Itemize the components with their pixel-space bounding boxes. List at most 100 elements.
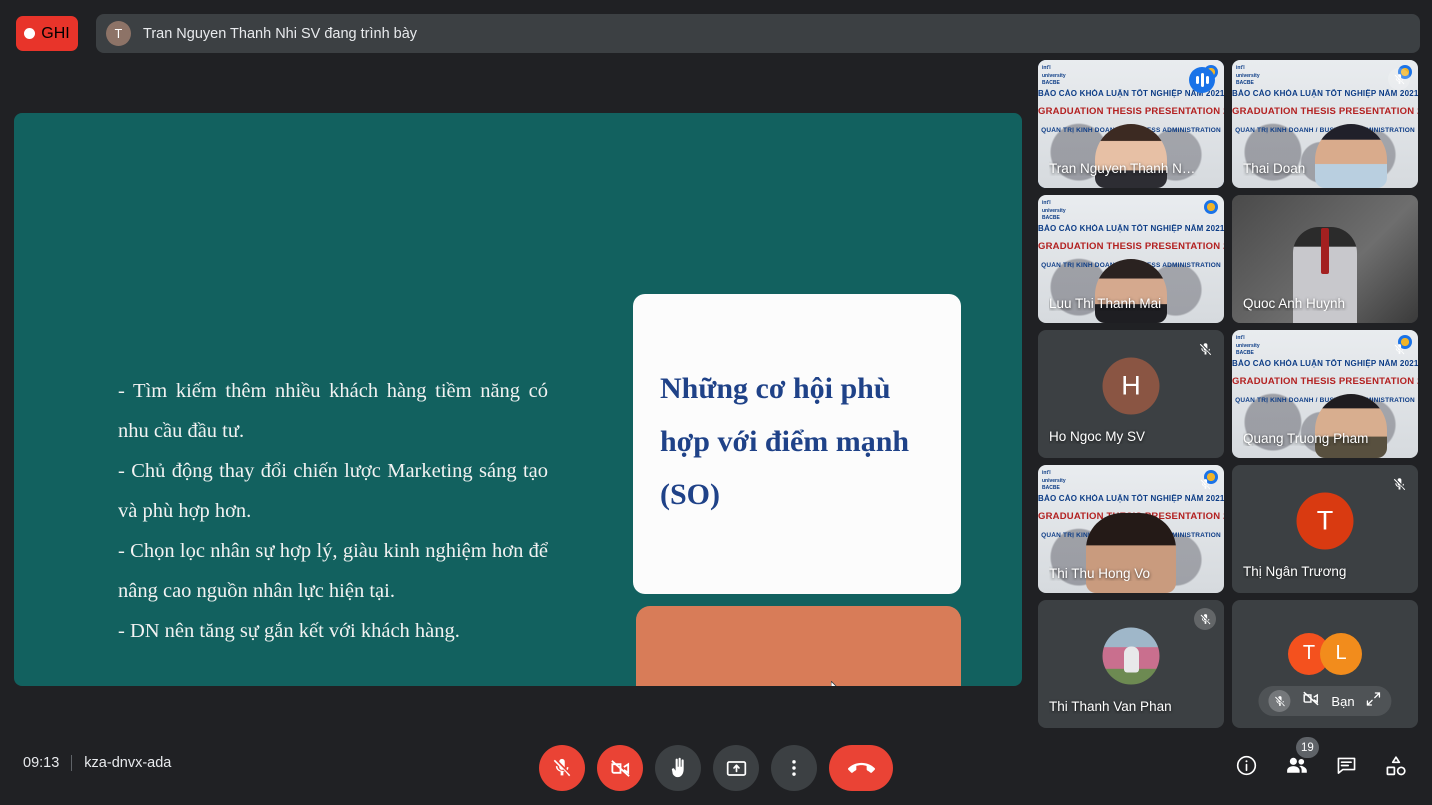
mic-off-icon: [1194, 608, 1216, 630]
participant-name: Thai Doan: [1243, 161, 1306, 176]
backdrop-line-1: BÁO CÁO KHÓA LUẬN TỐT NGHIỆP NĂM 2021: [1232, 89, 1418, 99]
avatar-figure: [1123, 646, 1139, 673]
participant-name: Thi Thanh Van Phan: [1049, 699, 1172, 714]
participant-name: Quang Truong Pham: [1243, 431, 1369, 446]
divider: [71, 755, 73, 771]
participant-name: Ho Ngoc My SV: [1049, 429, 1146, 444]
participant-tile[interactable]: int'l university BACBE BÁO CÁO KHÓA LUẬN T…: [1232, 60, 1418, 188]
mic-off-icon: [1388, 338, 1410, 360]
thesis-logo-left-icon: int'l university BACBE: [1236, 335, 1260, 356]
participant-figure: [1095, 259, 1167, 323]
slide-bullet: - Tìm kiếm thêm nhiều khách hàng tiềm nă…: [118, 380, 548, 442]
recording-dot-icon: [24, 28, 36, 39]
participant-tile[interactable]: Quoc Anh Huynh: [1232, 195, 1418, 323]
thesis-logo-left-icon: int'l university BACBE: [1042, 470, 1066, 491]
backdrop-line-3: QUẢN TRỊ KINH DOANH / BUSINESS ADMINISTR…: [1235, 396, 1415, 404]
avatar: H: [1102, 357, 1160, 415]
avatar: T: [1296, 492, 1354, 550]
participant-tile[interactable]: Thi Thanh Van Phan: [1038, 600, 1224, 728]
slide-bullet: - Chọn lọc nhân sự hợp lý, giàu kinh ngh…: [118, 540, 548, 602]
self-avatar-group: T L: [1288, 632, 1362, 675]
chat-button[interactable]: [1335, 754, 1358, 777]
microphone-off-button[interactable]: [539, 745, 585, 791]
meeting-details-button[interactable]: [1235, 754, 1258, 777]
google-meet-window: GHI T Tran Nguyen Thanh Nhi SV đang trìn…: [0, 0, 1432, 805]
right-controls: 19: [1235, 737, 1408, 778]
more-options-button[interactable]: [771, 745, 817, 791]
participant-name: Thị Ngân Trương: [1243, 564, 1347, 579]
thesis-logo-right-icon: [1204, 200, 1218, 214]
participant-figure: [1086, 513, 1176, 593]
backdrop-line-3: QUẢN TRỊ KINH DOANH / BUSINESS ADMINISTR…: [1235, 126, 1415, 134]
thesis-logo-left-icon: int'l university BACBE: [1042, 65, 1066, 86]
participant-tile[interactable]: H Ho Ngoc My SV: [1038, 330, 1224, 458]
self-view-controls: Bạn: [1258, 686, 1392, 716]
top-bar: GHI T Tran Nguyen Thanh Nhi SV đang trìn…: [0, 0, 1432, 66]
camera-off-icon[interactable]: [1301, 689, 1320, 713]
shared-screen-stage[interactable]: - Tìm kiếm thêm nhiều khách hàng tiềm nă…: [14, 113, 1022, 686]
participant-tile[interactable]: int'l university BACBE BÁO CÁO KHÓA LUẬN T…: [1038, 465, 1224, 593]
avatar: L: [1320, 632, 1362, 675]
call-controls: [539, 745, 893, 791]
participant-tile[interactable]: int'l university BACBE BÁO CÁO KHÓA LUẬN T…: [1038, 60, 1224, 188]
backdrop-line-1: BÁO CÁO KHÓA LUẬN TỐT NGHIỆP NĂM 2021: [1038, 224, 1224, 234]
slide-bullet-list: - Tìm kiếm thêm nhiều khách hàng tiềm nă…: [118, 371, 548, 651]
participant-tile[interactable]: int'l university BACBE BÁO CÁO KHÓA LUẬN T…: [1232, 330, 1418, 458]
slide-bullet: - DN nên tăng sự gắn kết với khách hàng.: [118, 620, 460, 642]
participant-figure: [1095, 124, 1167, 188]
presenter-banner[interactable]: T Tran Nguyen Thanh Nhi SV đang trình bà…: [96, 14, 1420, 53]
camera-off-button[interactable]: [597, 745, 643, 791]
participant-name: Luu Thi Thanh Mai: [1049, 296, 1162, 311]
slide-bullet: - Chủ động thay đổi chiến lược Marketing…: [118, 460, 548, 522]
thesis-logo-left-icon: int'l university BACBE: [1042, 200, 1066, 221]
mic-off-icon: [1388, 473, 1410, 495]
end-call-button[interactable]: [829, 745, 893, 791]
active-speaker-icon: [1189, 67, 1215, 93]
presenter-label: Tran Nguyen Thanh Nhi SV đang trình bày: [143, 25, 418, 42]
participant-figure: [1315, 394, 1388, 458]
participant-tile[interactable]: int'l university BACBE BÁO CÁO KHÓA LUẬN T…: [1038, 195, 1224, 323]
tile-row: int'l university BACBE BÁO CÁO KHÓA LUẬN T…: [1038, 465, 1418, 593]
backdrop-line-1: BÁO CÁO KHÓA LUẬN TỐT NGHIỆP NĂM 2021: [1038, 494, 1224, 504]
avatar: [1102, 627, 1160, 685]
activities-button[interactable]: [1384, 754, 1408, 778]
mouse-cursor-icon: [831, 681, 837, 686]
participant-figure: [1315, 124, 1388, 188]
mic-off-icon[interactable]: [1268, 690, 1291, 712]
bottom-bar: 09:13 kza-dnvx-ada 19: [0, 731, 1432, 805]
current-time: 09:13: [23, 755, 60, 771]
presenter-avatar: T: [106, 21, 131, 46]
tile-row: H Ho Ngoc My SV int'l university BACBE BÁO…: [1038, 330, 1418, 458]
meeting-meta: 09:13 kza-dnvx-ada: [23, 755, 171, 771]
present-screen-button[interactable]: [713, 745, 759, 791]
participant-name: Quoc Anh Huynh: [1243, 296, 1346, 311]
participant-grid: int'l university BACBE BÁO CÁO KHÓA LUẬN T…: [1038, 60, 1418, 735]
backdrop-line-1: BÁO CÁO KHÓA LUẬN TỐT NGHIỆP NĂM 2021: [1232, 359, 1418, 369]
self-view-tile[interactable]: T L Bạn: [1232, 600, 1418, 728]
backdrop-line-2: GRADUATION THESIS PRESENTATION 2021: [1232, 106, 1418, 118]
participant-tile[interactable]: T Thị Ngân Trương: [1232, 465, 1418, 593]
mic-off-icon: [1388, 68, 1410, 90]
slide-orange-block: [636, 606, 961, 686]
slide-title-card: Những cơ hội phù hợp với điểm mạnh (SO): [633, 294, 961, 594]
mic-off-icon: [1194, 338, 1216, 360]
mic-off-icon: [1194, 473, 1216, 495]
tile-row: int'l university BACBE BÁO CÁO KHÓA LUẬN T…: [1038, 195, 1418, 323]
meeting-code[interactable]: kza-dnvx-ada: [84, 755, 171, 771]
participant-name: Tran Nguyen Thanh Nhi…: [1049, 161, 1198, 176]
thesis-logo-left-icon: int'l university BACBE: [1236, 65, 1260, 86]
backdrop-line-2: GRADUATION THESIS PRESENTATION 2021: [1038, 241, 1224, 253]
backdrop-line-2: GRADUATION THESIS PRESENTATION 2021: [1232, 376, 1418, 388]
tile-row: int'l university BACBE BÁO CÁO KHÓA LUẬN T…: [1038, 60, 1418, 188]
backdrop-line-2: GRADUATION THESIS PRESENTATION 2021: [1038, 106, 1224, 118]
expand-icon[interactable]: [1366, 691, 1382, 712]
self-view-label: Bạn: [1331, 693, 1355, 709]
recording-indicator[interactable]: GHI: [16, 16, 78, 51]
participant-count-badge: 19: [1296, 737, 1319, 758]
participants-button[interactable]: 19: [1284, 737, 1319, 778]
recording-label: GHI: [41, 24, 70, 42]
slide-title-text: Những cơ hội phù hợp với điểm mạnh (SO): [660, 372, 910, 511]
raise-hand-button[interactable]: [655, 745, 701, 791]
tile-row: Thi Thanh Van Phan T L Bạn: [1038, 600, 1418, 728]
participant-name: Thi Thu Hong Vo: [1049, 566, 1151, 581]
